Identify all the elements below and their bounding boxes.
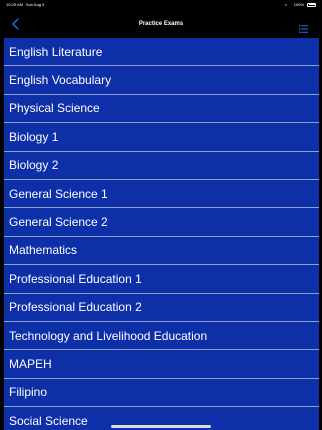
navigation-bar: Practice Exams: [0, 9, 322, 38]
exam-row-mathematics[interactable]: Mathematics: [4, 237, 319, 266]
exam-label: Physical Science: [9, 101, 100, 116]
exam-row-biology-2[interactable]: Biology 2: [4, 152, 319, 180]
battery-percent: 100%: [293, 2, 304, 7]
exam-label: Technology and Livelihood Education: [9, 328, 208, 343]
exam-row-general-science-1[interactable]: General Science 1: [4, 180, 319, 209]
list-button[interactable]: [299, 20, 308, 33]
home-indicator[interactable]: [111, 425, 211, 428]
exam-row-physical-science[interactable]: Physical Science: [4, 95, 319, 124]
status-left: 10:29 AM Sun Aug 9: [6, 0, 44, 9]
status-right: ≈ 100%: [285, 0, 316, 9]
exam-row-professional-education-1[interactable]: Professional Education 1: [4, 265, 319, 294]
exam-label: General Science 2: [9, 215, 108, 230]
status-bar: 10:29 AM Sun Aug 9 ≈ 100%: [0, 0, 322, 9]
exam-label: English Vocabulary: [9, 73, 112, 88]
exam-label: Filipino: [9, 385, 48, 400]
exam-row-english-vocabulary[interactable]: English Vocabulary: [4, 66, 319, 95]
exam-row-professional-education-2[interactable]: Professional Education 2: [4, 294, 319, 322]
exam-label: MAPEH: [9, 356, 52, 371]
exam-label: Biology 1: [9, 129, 59, 144]
status-time: 10:29 AM: [6, 2, 23, 7]
list-icon: [299, 25, 308, 33]
exam-label: Professional Education 1: [9, 271, 142, 286]
exam-label: Social Science: [9, 413, 88, 428]
app-screen: 10:29 AM Sun Aug 9 ≈ 100% Practice Exams: [0, 0, 322, 430]
exam-row-general-science-2[interactable]: General Science 2: [4, 208, 319, 237]
status-date: Sun Aug 9: [25, 2, 45, 7]
exam-label: Professional Education 2: [9, 300, 142, 315]
exam-row-mapeh[interactable]: MAPEH: [4, 350, 319, 379]
exam-label: English Literature: [9, 44, 103, 59]
exam-row-english-literature[interactable]: English Literature: [4, 38, 319, 67]
exam-list: English Literature English Vocabulary Ph…: [4, 38, 319, 430]
chevron-left-icon: [11, 18, 19, 30]
exam-row-biology-1[interactable]: Biology 1: [4, 123, 319, 152]
exam-label: Biology 2: [9, 158, 59, 173]
page-title: Practice Exams: [138, 20, 184, 27]
exam-label: Mathematics: [9, 243, 78, 258]
battery-icon: [307, 2, 316, 7]
exam-row-filipino[interactable]: Filipino: [4, 379, 319, 408]
exam-row-technology-livelihood[interactable]: Technology and Livelihood Education: [4, 322, 319, 351]
exam-label: General Science 1: [9, 186, 108, 201]
back-button[interactable]: [10, 17, 20, 31]
wifi-icon: ≈: [284, 1, 287, 7]
